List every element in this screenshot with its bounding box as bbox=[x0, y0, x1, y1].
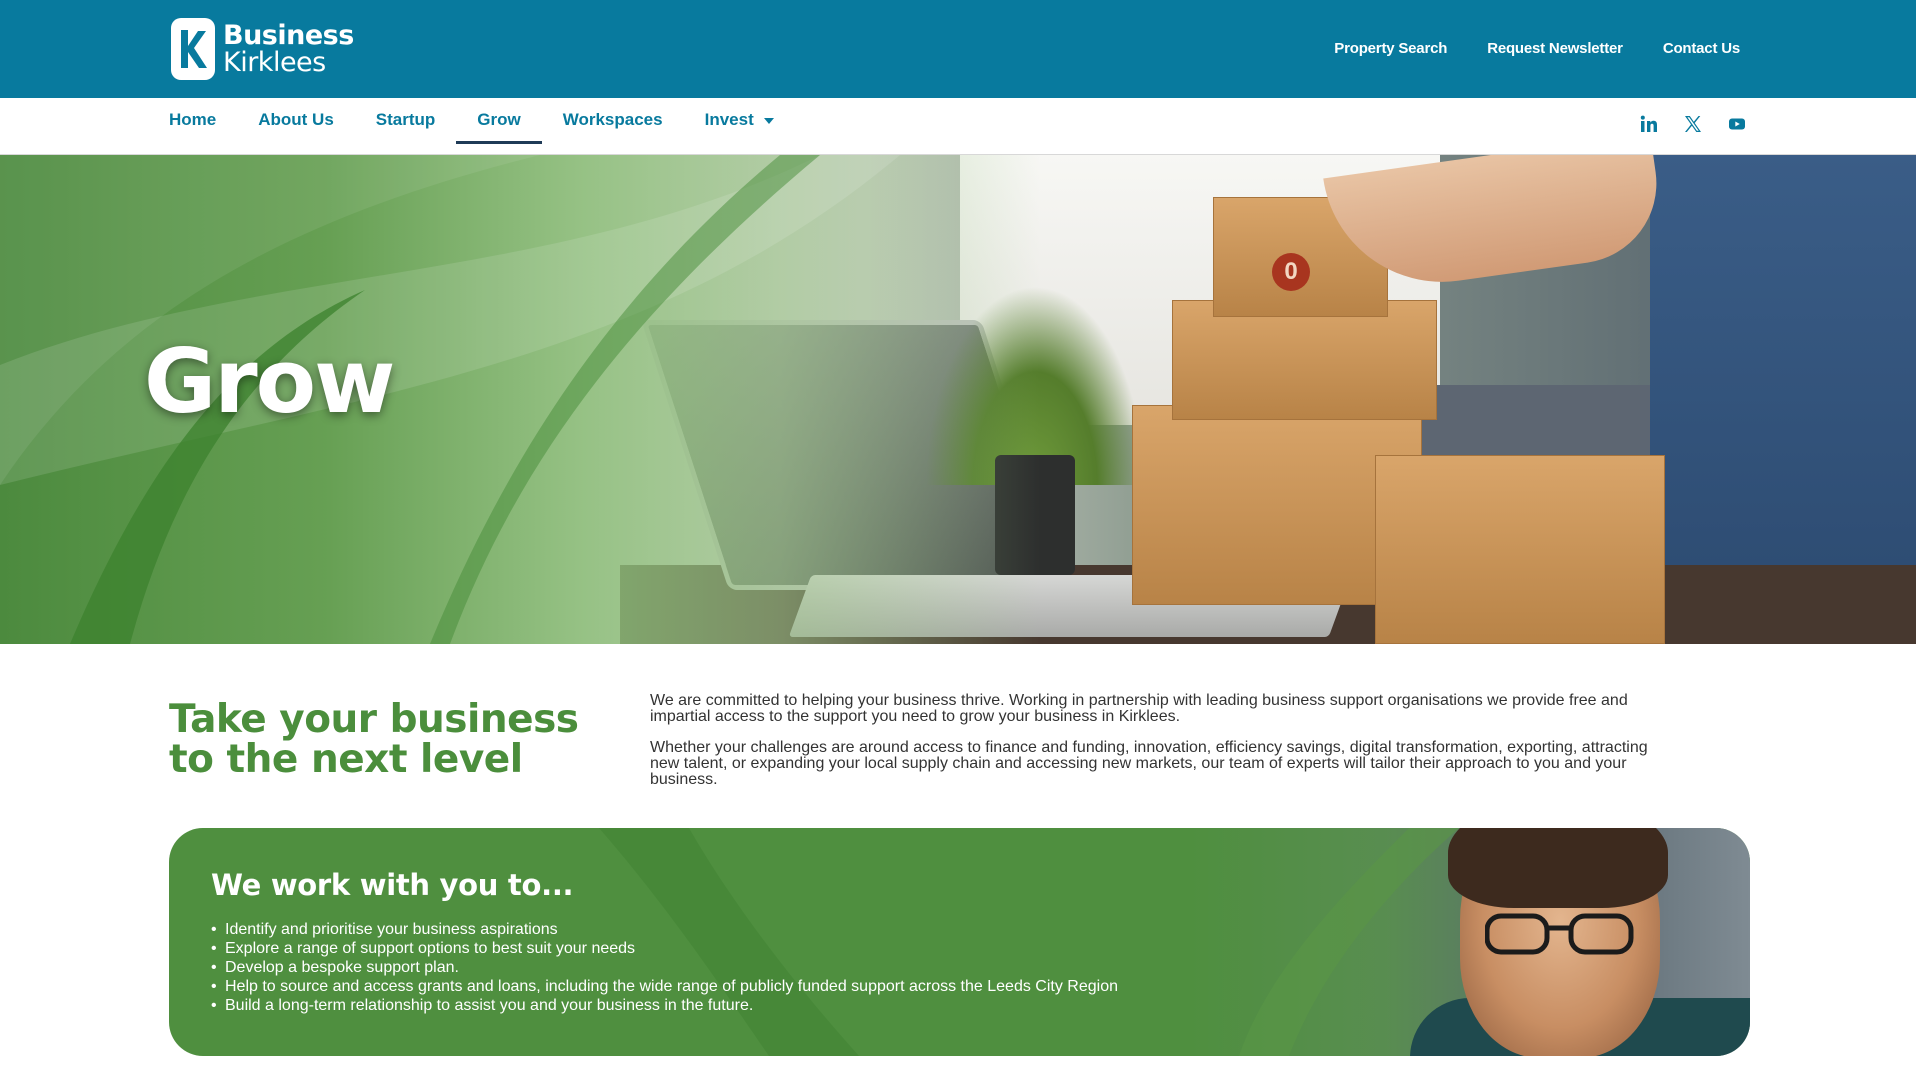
nav-item-invest[interactable]: Invest bbox=[684, 98, 795, 142]
nav-item-about-us[interactable]: About Us bbox=[237, 98, 355, 142]
logo-wordmark: Business Kirklees bbox=[223, 22, 354, 76]
nav-item-invest-label: Invest bbox=[704, 110, 754, 129]
card-title: We work with you to... bbox=[211, 868, 574, 902]
property-search-link[interactable]: Property Search bbox=[1334, 40, 1447, 57]
hero-banner: 0 Grow bbox=[0, 155, 1916, 644]
x-twitter-icon[interactable] bbox=[1684, 115, 1702, 133]
work-with-you-card: We work with you to... Identify and prio… bbox=[169, 828, 1750, 1056]
page-title: Grow bbox=[144, 330, 395, 433]
nav-item-startup[interactable]: Startup bbox=[355, 98, 457, 142]
utility-nav: Property Search Request Newsletter Conta… bbox=[1334, 40, 1740, 57]
nav-item-workspaces[interactable]: Workspaces bbox=[542, 98, 684, 142]
support-list: Identify and prioritise your business as… bbox=[211, 920, 1118, 1015]
main-nav: Home About Us Startup Grow Workspaces In… bbox=[0, 98, 1916, 155]
contact-us-link[interactable]: Contact Us bbox=[1663, 40, 1740, 57]
nav-item-home[interactable]: Home bbox=[148, 98, 237, 142]
list-item: Explore a range of support options to be… bbox=[211, 939, 1118, 958]
list-item: Help to source and access grants and loa… bbox=[211, 977, 1118, 996]
chevron-down-icon bbox=[763, 117, 774, 124]
top-header: Business Kirklees Property Search Reques… bbox=[0, 0, 1916, 98]
request-newsletter-link[interactable]: Request Newsletter bbox=[1487, 40, 1623, 57]
list-item: Identify and prioritise your business as… bbox=[211, 920, 1118, 939]
list-item: Develop a bespoke support plan. bbox=[211, 958, 1118, 977]
logo-line-1: Business bbox=[223, 20, 354, 51]
intro-heading: Take your business to the next level bbox=[169, 697, 579, 782]
social-links bbox=[1640, 115, 1746, 133]
intro-paragraph-2: Whether your challenges are around acces… bbox=[650, 739, 1648, 788]
list-item: Build a long-term relationship to assist… bbox=[211, 996, 1118, 1015]
youtube-icon[interactable] bbox=[1728, 115, 1746, 133]
intro-paragraph-1: We are committed to helping your busines… bbox=[650, 692, 1628, 725]
main-nav-items: Home About Us Startup Grow Workspaces In… bbox=[148, 98, 795, 144]
linkedin-icon[interactable] bbox=[1640, 115, 1658, 133]
kirklees-k-logo-icon bbox=[171, 18, 215, 80]
nav-item-grow[interactable]: Grow bbox=[456, 98, 543, 144]
site-logo[interactable]: Business Kirklees bbox=[171, 18, 354, 80]
logo-line-2: Kirklees bbox=[223, 47, 326, 78]
intro-body: We are committed to helping your busines… bbox=[650, 693, 1650, 803]
